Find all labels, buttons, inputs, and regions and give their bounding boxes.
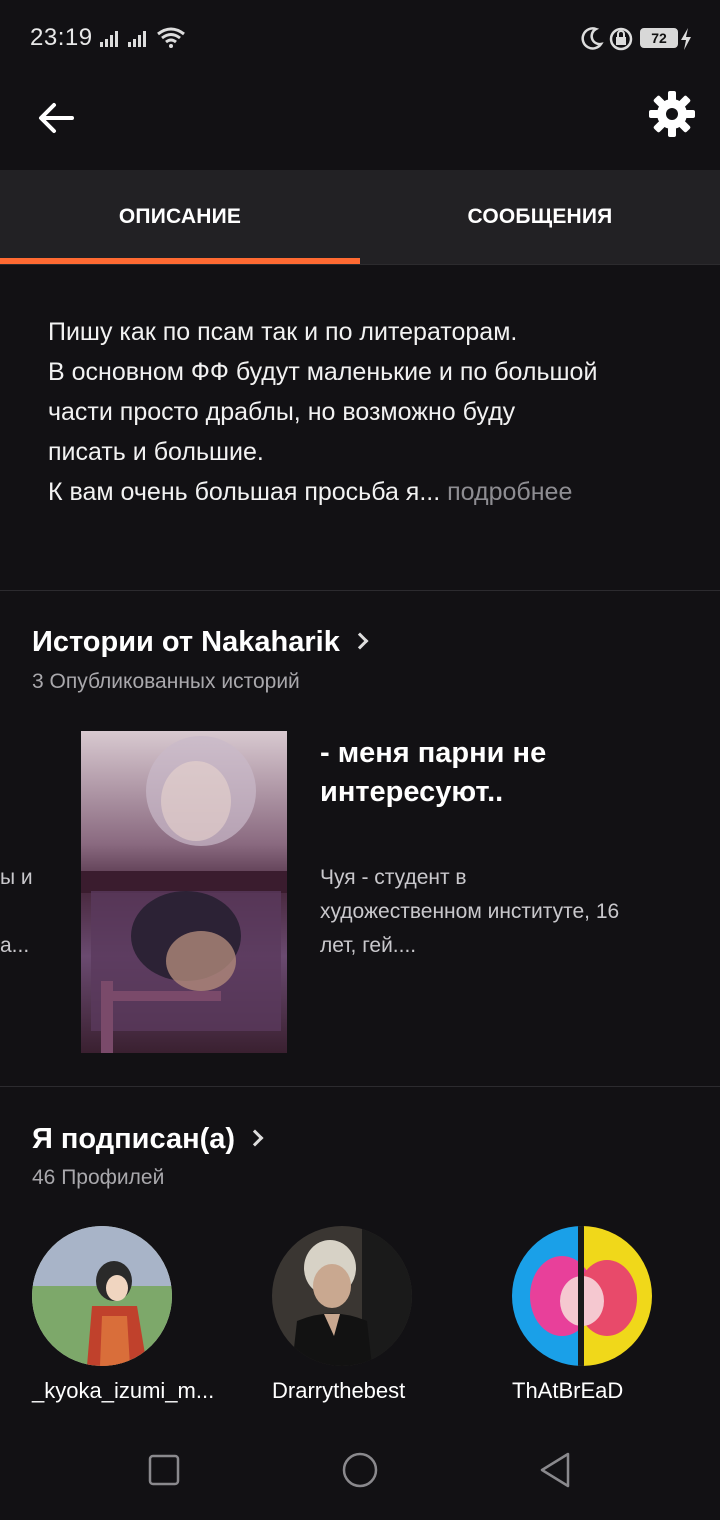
charging-icon (681, 28, 691, 50)
status-bar: 23:19 72 (0, 0, 720, 78)
description-line: В основном ФФ будут маленькие и по больш… (48, 358, 598, 386)
peek-line: ы и (0, 866, 33, 889)
description-line: Пишу как по псам так и по литераторам. (48, 318, 518, 346)
home-icon[interactable] (340, 1450, 380, 1490)
story-title-line: - меня парни не (320, 737, 547, 769)
story-description: Чуя - студент в художественном институте… (320, 861, 700, 963)
story-title[interactable]: - меня парни не интересуют.. (320, 734, 700, 812)
read-more-link[interactable]: подробнее (440, 478, 572, 506)
story-desc-line: лет, гей.... (320, 934, 417, 957)
profile-name: _kyoka_izumi_m... (32, 1378, 215, 1403)
lock-rotation-icon (609, 27, 633, 51)
story-desc-line: художественном институте, 16 (320, 900, 620, 923)
description-line: К вам очень большая просьба я... (48, 478, 441, 506)
chevron-right-icon (351, 632, 369, 650)
avatar (512, 1226, 652, 1366)
stories-section-header[interactable]: Истории от Nakaharik (32, 626, 369, 659)
system-nav-bar (0, 1418, 720, 1520)
tab-description[interactable]: ОПИСАНИЕ (0, 170, 360, 265)
divider (0, 590, 720, 591)
tab-active-indicator (0, 258, 360, 264)
following-section-header[interactable]: Я подписан(а) (32, 1123, 264, 1156)
back-triangle-icon[interactable] (536, 1450, 576, 1490)
story-cover-image[interactable] (81, 731, 287, 1053)
status-time: 23:19 (30, 24, 93, 51)
following-title: Я подписан(а) (32, 1123, 236, 1155)
story-desc-line: Чуя - студент в (320, 866, 467, 889)
avatar (32, 1226, 172, 1366)
stories-count: 3 Опубликованных историй (32, 670, 300, 693)
chevron-right-icon (246, 1129, 264, 1147)
previous-story-peek[interactable]: ы и а... (0, 861, 33, 963)
tab-messages[interactable]: СООБЩЕНИЯ (360, 170, 720, 265)
description-line: части просто драблы, но возможно буду (48, 398, 516, 426)
description-line: писать и большие. (48, 438, 264, 466)
moon-icon (581, 27, 604, 50)
profile-name: Drarrythebest (272, 1378, 406, 1403)
wifi-icon (157, 27, 185, 48)
top-bar (0, 78, 720, 170)
following-count: 46 Профилей (32, 1166, 165, 1189)
peek-line: а... (0, 934, 30, 957)
profile-description: Пишу как по псам так и по литераторам. В… (48, 312, 688, 512)
profile-name: ThAtBrEaD (512, 1378, 624, 1403)
recent-apps-icon[interactable] (144, 1450, 184, 1490)
tab-bar: ОПИСАНИЕ СООБЩЕНИЯ (0, 170, 720, 265)
signal-icon (128, 31, 146, 47)
story-title-line: интересуют.. (320, 776, 504, 808)
battery-indicator: 72 (640, 28, 678, 48)
arrow-left-icon[interactable] (30, 92, 82, 144)
gear-icon[interactable] (646, 88, 698, 140)
stories-title: Истории от Nakaharik (32, 626, 340, 658)
signal-icon (100, 31, 118, 47)
avatar (272, 1226, 412, 1366)
divider (0, 1086, 720, 1087)
